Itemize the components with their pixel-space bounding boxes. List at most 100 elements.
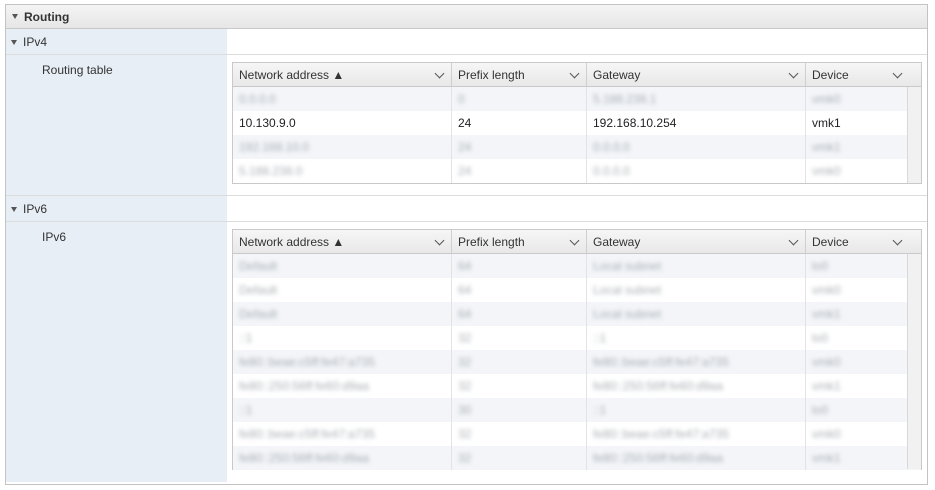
cell-device: vmk1 xyxy=(812,140,841,154)
column-header-label: Network address ▲ xyxy=(239,234,345,249)
column-header-label: Prefix length xyxy=(458,67,525,82)
cell-prefix-length: 64 xyxy=(452,302,587,326)
cell-gateway: fe80::beae:c5ff:fe47:a735 xyxy=(587,422,806,446)
cell-network-address: Default xyxy=(233,254,452,278)
cell-device: vmk1 xyxy=(812,116,841,130)
cell-prefix-length: 24 xyxy=(452,159,587,183)
ipv6-section-header[interactable]: IPv6 xyxy=(6,196,927,222)
column-menu-chevron-icon[interactable] xyxy=(892,235,903,246)
cell-network-address: Default xyxy=(233,278,452,302)
panel-title: Routing xyxy=(24,9,70,24)
column-header-label: Device xyxy=(812,234,849,249)
cell-prefix-length: 32 xyxy=(452,446,587,470)
cell-network-address: 192.168.10.0 xyxy=(233,135,452,159)
cell-prefix-length: 30 xyxy=(452,398,587,422)
cell-gateway: fe80::250:56ff:fe60:d9aa xyxy=(587,446,806,470)
cell-device: vmk0 xyxy=(812,355,841,369)
column-menu-chevron-icon[interactable] xyxy=(434,235,445,246)
cell-prefix-length: 24 xyxy=(452,135,587,159)
column-header-prefix-length[interactable]: Prefix length xyxy=(452,63,587,86)
cell-network-address: fe80::beae:c5ff:fe47:a735 xyxy=(233,422,452,446)
column-header-device[interactable]: Device xyxy=(806,63,909,86)
cell-prefix-length: 0 xyxy=(452,87,587,111)
cell-gateway: fe80::beae:c5ff:fe47:a735 xyxy=(587,350,806,374)
cell-gateway: ::1 xyxy=(587,326,806,350)
cell-network-address: fe80::250:56ff:fe60:d9aa xyxy=(233,446,452,470)
column-header-label: Gateway xyxy=(593,234,641,249)
column-header-network-address[interactable]: Network address ▲ xyxy=(233,63,452,86)
grid-header: Network address ▲ Prefix length Gateway Dev… xyxy=(233,63,921,87)
table-row[interactable]: fe80::beae:c5ff:fe47:a735 32 fe80::beae:c5… xyxy=(233,350,921,374)
cell-prefix-length: 64 xyxy=(452,278,587,302)
cell-device: vmk0 xyxy=(812,427,841,441)
grid-header: Network address ▲ Prefix length Gateway Dev… xyxy=(233,230,921,254)
cell-device: lo0 xyxy=(812,259,829,273)
cell-network-address: fe80::250:56ff:fe60:d9aa xyxy=(233,374,452,398)
table-row[interactable]: 10.130.9.0 24 192.168.10.254 vmk1 xyxy=(233,111,921,135)
column-menu-chevron-icon[interactable] xyxy=(569,235,580,246)
cell-prefix-length: 32 xyxy=(452,374,587,398)
table-row[interactable]: 0.0.0.0 0 5.188.238.1 vmk0 xyxy=(233,87,921,111)
ipv6-section-label: IPv6 xyxy=(23,202,48,216)
table-row[interactable]: Default 64 Local subnet vmk0 xyxy=(233,278,921,302)
cell-network-address: fe80::beae:c5ff:fe47:a735 xyxy=(233,350,452,374)
column-menu-chevron-icon[interactable] xyxy=(892,68,903,79)
column-menu-chevron-icon[interactable] xyxy=(434,68,445,79)
column-menu-chevron-icon[interactable] xyxy=(788,68,799,79)
table-row[interactable]: 192.168.10.0 24 0.0.0.0 vmk1 xyxy=(233,135,921,159)
cell-prefix-length: 64 xyxy=(452,254,587,278)
column-header-label: Prefix length xyxy=(458,234,525,249)
column-header-label: Device xyxy=(812,67,849,82)
collapse-triangle-icon[interactable] xyxy=(11,39,17,45)
vertical-scrollbar[interactable] xyxy=(907,254,921,469)
table-row[interactable]: fe80::beae:c5ff:fe47:a735 32 fe80::beae:c5… xyxy=(233,422,921,446)
column-header-device[interactable]: Device xyxy=(806,230,909,253)
table-row[interactable]: ::1 32::1 lo0 xyxy=(233,326,921,350)
cell-gateway: Local subnet xyxy=(587,254,806,278)
ipv6-table-label: IPv6 xyxy=(42,230,67,244)
vertical-scrollbar[interactable] xyxy=(907,87,921,183)
routing-panel-header[interactable]: Routing xyxy=(6,5,927,29)
cell-gateway: Local subnet xyxy=(587,302,806,326)
cell-device: vmk0 xyxy=(812,164,841,178)
column-header-network-address[interactable]: Network address ▲ xyxy=(233,230,452,253)
table-row[interactable]: ::1 30::1 lo0 xyxy=(233,398,921,422)
column-menu-chevron-icon[interactable] xyxy=(569,68,580,79)
cell-gateway: 0.0.0.0 xyxy=(587,159,806,183)
cell-prefix-length: 32 xyxy=(452,350,587,374)
column-header-gateway[interactable]: Gateway xyxy=(587,63,806,86)
cell-device: vmk1 xyxy=(812,451,841,465)
cell-prefix-length: 32 xyxy=(452,326,587,350)
column-header-gateway[interactable]: Gateway xyxy=(587,230,806,253)
grid-rows: Default 64 Local subnet lo0 Default 64 Local s… xyxy=(233,254,921,470)
table-row[interactable]: 5.188.238.0 24 0.0.0.0 vmk0 xyxy=(233,159,921,183)
collapse-triangle-icon[interactable] xyxy=(12,14,18,19)
column-header-prefix-length[interactable]: Prefix length xyxy=(452,230,587,253)
cell-gateway: 0.0.0.0 xyxy=(587,135,806,159)
column-menu-chevron-icon[interactable] xyxy=(788,235,799,246)
cell-network-address: ::1 xyxy=(233,398,452,422)
ipv4-section-label: IPv4 xyxy=(23,35,48,49)
table-row[interactable]: fe80::250:56ff:fe60:d9aa 32 fe80::250:56ff… xyxy=(233,446,921,470)
cell-prefix-length: 24 xyxy=(452,111,587,135)
routing-table-label: Routing table xyxy=(42,63,113,77)
table-row[interactable]: Default 64 Local subnet vmk1 xyxy=(233,302,921,326)
cell-device: lo0 xyxy=(812,403,829,417)
cell-prefix-length: 32 xyxy=(452,422,587,446)
cell-device: vmk0 xyxy=(812,92,841,106)
cell-gateway: 192.168.10.254 xyxy=(587,111,806,135)
column-header-label: Gateway xyxy=(593,67,641,82)
table-row[interactable]: fe80::250:56ff:fe60:d9aa 32 fe80::250:56ff… xyxy=(233,374,921,398)
cell-device: vmk1 xyxy=(812,307,841,321)
cell-device: vmk1 xyxy=(812,379,841,393)
table-row[interactable]: Default 64 Local subnet lo0 xyxy=(233,254,921,278)
ipv6-routing-grid: Network address ▲ Prefix length Gateway Dev… xyxy=(232,229,922,470)
cell-network-address: Default xyxy=(233,302,452,326)
grid-rows: 0.0.0.0 0 5.188.238.1 vmk0 10.130.9.0 24 192.1… xyxy=(233,87,921,183)
collapse-triangle-icon[interactable] xyxy=(11,206,17,212)
ipv4-section-header[interactable]: IPv4 xyxy=(6,29,927,55)
cell-gateway: ::1 xyxy=(587,398,806,422)
cell-device: vmk0 xyxy=(812,283,841,297)
cell-network-address: 0.0.0.0 xyxy=(233,87,452,111)
cell-device: lo0 xyxy=(812,331,829,345)
